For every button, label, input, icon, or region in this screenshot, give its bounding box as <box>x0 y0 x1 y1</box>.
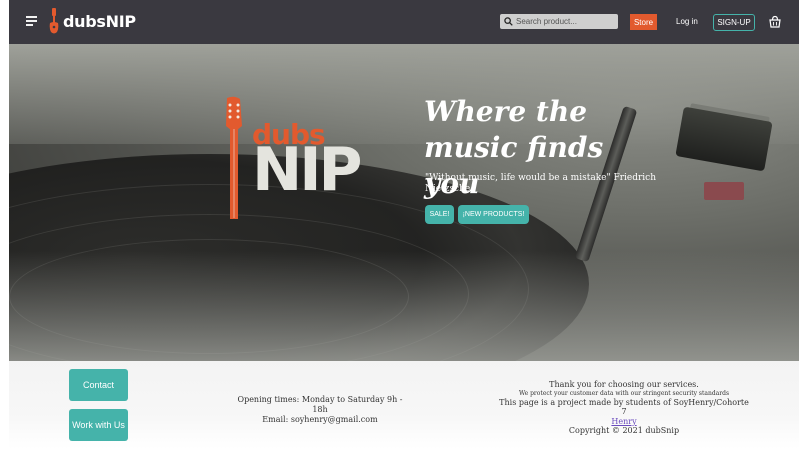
work-with-us-button[interactable]: Work with Us <box>69 409 128 441</box>
cart-icon[interactable] <box>768 15 782 29</box>
security-text: We protect your customer data with our s… <box>518 389 730 397</box>
henry-link[interactable]: Henry <box>611 417 636 426</box>
footer-contact-info: Opening times: Monday to Saturday 9h - 1… <box>229 395 411 425</box>
project-text: This page is a project made by students … <box>499 397 749 417</box>
store-button[interactable]: Store <box>630 14 657 30</box>
login-link[interactable]: Log in <box>676 17 698 26</box>
brand-name: dubsNIP <box>63 11 136 31</box>
brand-logo[interactable]: dubsNIP <box>49 8 136 34</box>
page: dubsNIP Store Log in SIGN-UP <box>0 0 800 449</box>
guitar-logo-icon <box>226 96 242 219</box>
footer-about: Thank you for choosing our services. We … <box>499 380 749 436</box>
search-box <box>500 14 618 29</box>
hero-banner <box>9 44 799 361</box>
search-icon[interactable] <box>504 17 513 26</box>
footer: Contact Work with Us Opening times: Mond… <box>9 361 799 449</box>
navbar: dubsNIP Store Log in SIGN-UP <box>9 0 799 44</box>
hamburger-menu-icon[interactable] <box>26 16 37 26</box>
cartridge-image <box>704 182 744 200</box>
signup-button[interactable]: SIGN-UP <box>713 14 755 31</box>
new-products-button[interactable]: ¡NEW PRODUCTS! <box>458 205 529 224</box>
sale-button[interactable]: SALE! <box>425 205 454 224</box>
guitar-icon <box>49 8 59 34</box>
search-input[interactable] <box>516 17 616 26</box>
hero-logo: dubs NIP <box>218 96 363 221</box>
footer-email: Email: soyhenry@gmail.com <box>262 415 378 424</box>
opening-times: Opening times: Monday to Saturday 9h - 1… <box>237 395 403 414</box>
copyright-text: Copyright © 2021 dubSnip <box>568 426 680 435</box>
hero-logo-nip: NIP <box>252 135 363 205</box>
thanks-text: Thank you for choosing our services. <box>549 380 699 389</box>
contact-button[interactable]: Contact <box>69 369 128 401</box>
hero-quote: "Without music, life would be a mistake"… <box>425 173 656 194</box>
